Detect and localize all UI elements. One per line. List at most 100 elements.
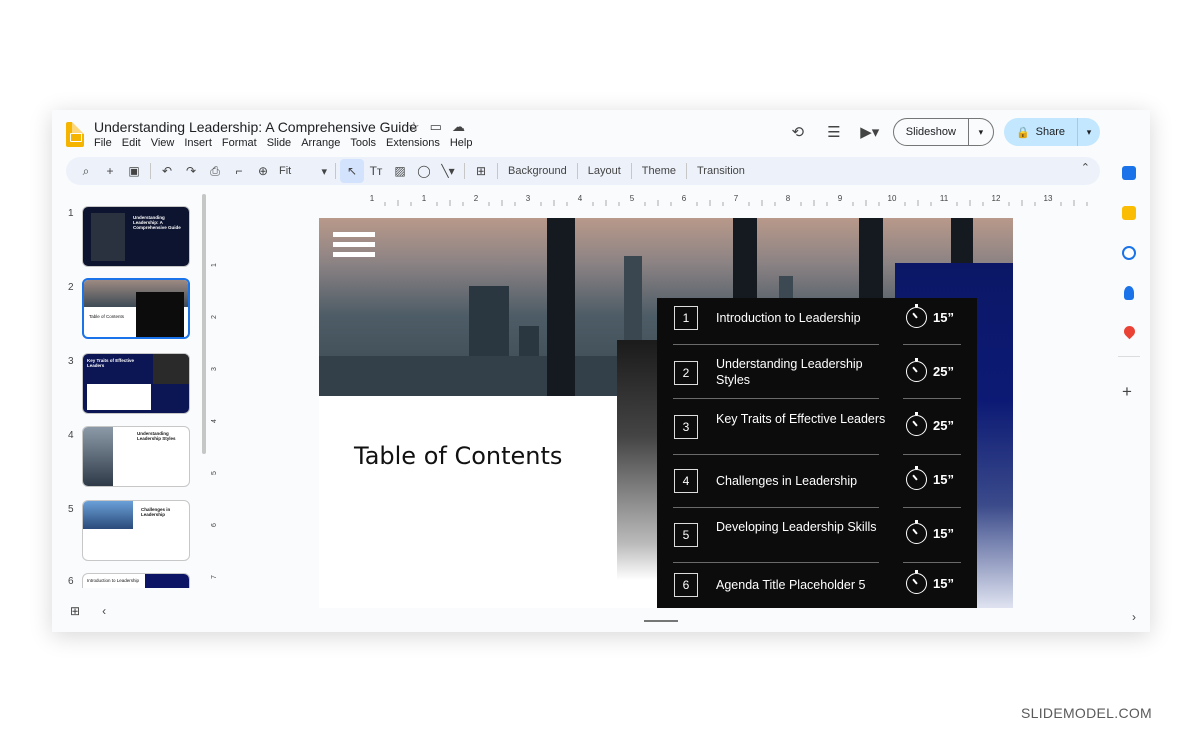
thumb-photo (83, 427, 113, 486)
slide-layout-icon[interactable]: ▣ (122, 159, 146, 183)
share-dropdown-icon[interactable]: ▾ (1078, 118, 1100, 146)
ruler-label: 7 (211, 575, 218, 579)
show-side-panel-icon[interactable]: › (1132, 610, 1136, 624)
tasks-icon[interactable] (1122, 246, 1136, 260)
agenda-text: Understanding Leadership Styles (716, 357, 863, 387)
cloud-status-icon[interactable]: ☁ (452, 119, 465, 135)
thumb-agenda (136, 292, 184, 337)
grid-view-icon[interactable]: ⊞ (70, 604, 80, 618)
thumb-photo (83, 501, 133, 529)
agenda-text: Key Traits of Effective Leaders (716, 412, 886, 426)
agenda-text: Introduction to Leadership (716, 311, 861, 325)
redo-icon[interactable]: ↷ (179, 159, 203, 183)
agenda-time: 15” (933, 472, 954, 487)
agenda-number: 1 (674, 306, 698, 330)
shape-icon[interactable]: ◯ (412, 159, 436, 183)
agenda-item: 3 Key Traits of Effective Leaders 25” (657, 399, 977, 455)
menu-format[interactable]: Format (222, 137, 257, 149)
side-panel-divider (1118, 356, 1140, 357)
meet-camera-icon[interactable]: ▶▾ (857, 119, 883, 145)
photo-pillar (547, 218, 575, 396)
transition-button[interactable]: Transition (691, 165, 751, 177)
agenda-number: 4 (674, 469, 698, 493)
text-box-icon[interactable]: Tт (364, 159, 388, 183)
calendar-icon[interactable] (1122, 166, 1136, 180)
star-icon[interactable]: ☆ (408, 119, 420, 135)
select-cursor-icon[interactable]: ↖ (340, 159, 364, 183)
comments-icon[interactable]: ☰ (821, 119, 847, 145)
insert-image-icon[interactable]: ▨ (388, 159, 412, 183)
add-addon-icon[interactable]: + (1122, 382, 1132, 402)
slide-thumbnail[interactable]: Introduction to Leadership (82, 573, 190, 588)
slide-thumbnail[interactable]: Understanding Leadership Styles (82, 426, 190, 487)
toolbar-divider (686, 163, 687, 179)
ruler-label: 2 (474, 194, 479, 203)
stopwatch-icon (906, 304, 927, 328)
filmstrip-scrollbar[interactable] (202, 194, 206, 454)
hamburger-menu-icon (333, 232, 375, 262)
version-history-icon[interactable]: ⟲ (785, 119, 811, 145)
collapse-filmstrip-icon[interactable]: ‹ (102, 604, 106, 618)
agenda-panel[interactable]: 1 Introduction to Leadership 15” 2 Under… (657, 298, 977, 608)
line-icon[interactable]: ╲▾ (436, 159, 460, 183)
slide-thumbnail[interactable]: Key Traits of Effective Leaders (82, 353, 190, 414)
slide-title[interactable]: Table of Contents (354, 442, 562, 470)
slide-canvas[interactable]: Table of Contents 1 Introduction to Lead… (319, 218, 1013, 608)
keep-icon[interactable] (1122, 206, 1136, 220)
menu-insert[interactable]: Insert (184, 137, 212, 149)
menu-help[interactable]: Help (450, 137, 473, 149)
ruler-label: 4 (211, 419, 218, 423)
thumb-title: Understanding Leadership: A Comprehensiv… (133, 215, 181, 230)
speaker-notes-handle[interactable] (644, 620, 678, 622)
ruler-label: 2 (211, 315, 218, 319)
slide-thumbnail[interactable]: Challenges in Leadership (82, 500, 190, 561)
search-menus-icon[interactable]: ⌕ (74, 159, 98, 183)
menu-extensions[interactable]: Extensions (386, 137, 440, 149)
theme-button[interactable]: Theme (636, 165, 682, 177)
zoom-icon[interactable]: ⊕ (251, 159, 275, 183)
agenda-text: Developing Leadership Skills (716, 520, 877, 534)
new-slide-icon[interactable]: + (98, 159, 122, 183)
slideshow-dropdown-icon[interactable]: ▾ (969, 119, 993, 145)
share-button[interactable]: 🔒 Share (1004, 118, 1078, 146)
collapse-toolbar-icon[interactable]: ⌃ (1081, 161, 1090, 174)
slide-thumbnail[interactable]: Understanding Leadership: A Comprehensiv… (82, 206, 190, 267)
menu-view[interactable]: View (151, 137, 175, 149)
agenda-number: 5 (674, 523, 698, 547)
undo-icon[interactable]: ↶ (155, 159, 179, 183)
thumb-photo (153, 354, 189, 384)
background-button[interactable]: Background (502, 165, 573, 177)
ruler-label: 10 (888, 194, 897, 203)
layout-button[interactable]: Layout (582, 165, 627, 177)
menu-bar: File Edit View Insert Format Slide Arran… (94, 137, 472, 149)
contacts-icon[interactable] (1124, 286, 1134, 300)
ruler-label: 1 (211, 263, 218, 267)
menu-file[interactable]: File (94, 137, 112, 149)
title-actions: ☆ ▭ ☁ (408, 119, 465, 135)
move-folder-icon[interactable]: ▭ (430, 119, 442, 135)
header-actions: ⟲ ☰ ▶▾ Slideshow ▾ 🔒 Share ▾ (785, 118, 1100, 146)
menu-edit[interactable]: Edit (122, 137, 141, 149)
slideshow-button[interactable]: Slideshow (894, 119, 969, 145)
menu-slide[interactable]: Slide (267, 137, 291, 149)
slide-thumbnail-selected[interactable]: Table of Contents (82, 278, 190, 339)
print-icon[interactable]: ⎙ (203, 159, 227, 183)
slide-number: 2 (68, 282, 74, 293)
agenda-item: 4 Challenges in Leadership 15” (657, 455, 977, 508)
ruler-label: 13 (1044, 194, 1053, 203)
zoom-select[interactable]: Fit ▾ (275, 165, 331, 178)
share-button-group: 🔒 Share ▾ (1003, 118, 1100, 146)
agenda-time: 25” (933, 418, 954, 433)
menu-arrange[interactable]: Arrange (301, 137, 340, 149)
thumb-title: Key Traits of Effective Leaders (87, 358, 135, 368)
slide-number: 1 (68, 208, 74, 219)
agenda-text: Agenda Title Placeholder 5 (716, 578, 866, 592)
maps-icon[interactable] (1121, 323, 1138, 340)
paint-format-icon[interactable]: ⌐ (227, 159, 251, 183)
ruler-label: 9 (838, 194, 843, 203)
filmstrip-controls: ⊞ ‹ (70, 604, 106, 618)
document-title[interactable]: Understanding Leadership: A Comprehensiv… (94, 119, 417, 135)
slides-logo-icon[interactable] (66, 122, 84, 147)
menu-tools[interactable]: Tools (350, 137, 376, 149)
add-comment-icon[interactable]: ⊞ (469, 159, 493, 183)
